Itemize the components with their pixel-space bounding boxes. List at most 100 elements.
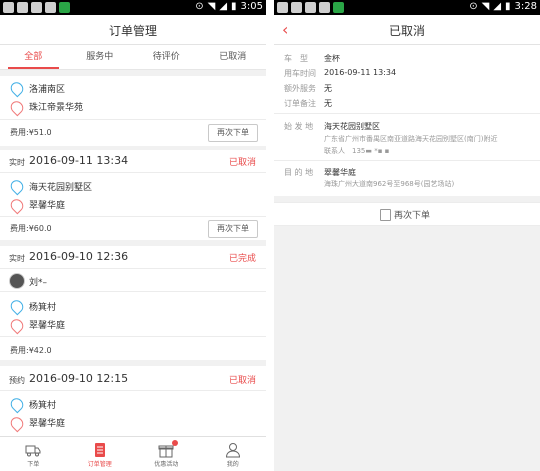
battery-icon: ▮ xyxy=(505,1,511,12)
contact: 联系人 135▬ *▪ ▪ xyxy=(324,147,390,155)
settings-icon xyxy=(291,2,302,13)
signal-icon: ◢ xyxy=(219,1,228,12)
order-detail: 车 型 金杯 用车时间 2016-09-11 13:34 额外服务 无 订单备注… xyxy=(274,45,540,196)
from-name: 海天花园别墅区 xyxy=(324,122,380,131)
order-status: 已完成 xyxy=(228,254,256,264)
reorder-button[interactable]: 再次下单 xyxy=(208,220,258,238)
order-type: 实时 xyxy=(9,254,25,263)
battery-icon: ▮ xyxy=(231,1,237,12)
page-title: 已取消 xyxy=(388,24,425,38)
order-time: 2016-09-11 13:34 xyxy=(29,154,129,167)
divider xyxy=(0,268,266,269)
nav-order[interactable]: 下单 xyxy=(0,437,67,471)
order-status: 已取消 xyxy=(228,158,256,168)
nav-label: 我的 xyxy=(226,461,239,468)
order-start: 海天花园别墅区 xyxy=(29,183,93,193)
status-bar: ⊙ ◥ ◢ ▮ 3:28 xyxy=(274,0,540,15)
clock: 3:28 xyxy=(514,1,537,12)
order-fee: 费用:¥60.0 xyxy=(10,224,52,233)
extra-service: 无 xyxy=(324,84,332,93)
order-card[interactable]: 实时 2016-09-10 12:36 已完成 刘*– 杨箕村 翠馨华庭 费用:… xyxy=(0,246,266,360)
notification-badge xyxy=(171,440,178,446)
start-location-icon xyxy=(8,177,26,196)
wifi-icon: ◥ xyxy=(207,1,216,12)
order-start: 洛浦南区 xyxy=(29,85,66,95)
nav-label: 优惠活动 xyxy=(154,461,179,468)
image-icon xyxy=(3,2,14,13)
status-bar: ⊙ ◥ ◢ ▮ 3:05 xyxy=(0,0,266,15)
end-location-icon xyxy=(8,414,26,433)
order-end: 珠江帝景华苑 xyxy=(29,103,84,113)
tab-pending-review[interactable]: 待评价 xyxy=(133,45,200,69)
order-time: 2016-09-10 12:36 xyxy=(29,250,129,263)
to-address: 海珠广州大道南962号至968号(园艺场站) xyxy=(324,180,455,188)
settings-icon xyxy=(305,2,316,13)
reorder-label: 再次下单 xyxy=(394,211,431,221)
nav-order-management[interactable]: 订单管理 xyxy=(67,437,134,471)
divider xyxy=(0,172,266,173)
clock: 3:05 xyxy=(240,1,263,12)
divider xyxy=(0,291,266,292)
to-label: 目 的 地 xyxy=(284,168,314,177)
order-time: 2016-09-11 13:34 xyxy=(324,68,397,77)
to-name: 翠馨华庭 xyxy=(324,168,356,177)
bottom-nav: 下单 订单管理 优惠活动 我的 xyxy=(0,436,266,471)
order-management-screen: ⊙ ◥ ◢ ▮ 3:05 订单管理 全部 服务中 待评价 已取消 洛浦南区 珠江… xyxy=(0,0,266,471)
location-icon: ⊙ xyxy=(195,1,204,12)
note-label: 订单备注 xyxy=(284,99,316,108)
car-type: 金杯 xyxy=(324,54,340,63)
location-icon: ⊙ xyxy=(469,1,478,12)
page-title: 订单管理 xyxy=(108,24,157,38)
reorder-button[interactable]: 再次下单 xyxy=(274,202,540,226)
tab-in-service[interactable]: 服务中 xyxy=(67,45,134,69)
order-card[interactable]: 预约 2016-09-10 12:15 已取消 杨箕村 翠馨华庭 xyxy=(0,366,266,436)
driver-name: 刘*– xyxy=(29,278,48,288)
start-location-icon xyxy=(8,79,26,98)
order-card[interactable]: 实时 2016-09-11 13:34 已取消 海天花园别墅区 翠馨华庭 费用:… xyxy=(0,150,266,240)
app-icon xyxy=(59,2,70,13)
end-location-icon xyxy=(8,316,26,335)
tab-cancelled[interactable]: 已取消 xyxy=(200,45,267,69)
title-bar: ‹ 已取消 xyxy=(274,15,540,45)
tab-bar: 全部 服务中 待评价 已取消 xyxy=(0,45,266,70)
tab-all[interactable]: 全部 xyxy=(0,45,67,69)
image-icon xyxy=(277,2,288,13)
signal-icon: ◢ xyxy=(493,1,502,12)
order-time: 2016-09-10 12:15 xyxy=(29,372,129,385)
order-fee: 费用:¥51.0 xyxy=(10,128,52,137)
nav-label: 下单 xyxy=(27,461,40,468)
from-label: 始 发 地 xyxy=(284,122,314,131)
order-detail-screen: ⊙ ◥ ◢ ▮ 3:28 ‹ 已取消 车 型 金杯 用车时间 2016-09-1… xyxy=(274,0,540,471)
car-type-label: 车 型 xyxy=(284,54,308,63)
end-location-icon xyxy=(8,196,26,215)
divider xyxy=(0,390,266,391)
nav-profile[interactable]: 我的 xyxy=(200,437,267,471)
divider xyxy=(274,160,540,161)
extra-label: 额外服务 xyxy=(284,84,316,93)
settings-icon xyxy=(31,2,42,13)
order-status: 已取消 xyxy=(228,376,256,386)
settings-icon xyxy=(17,2,28,13)
nav-promotions[interactable]: 优惠活动 xyxy=(133,437,200,471)
reorder-button[interactable]: 再次下单 xyxy=(208,124,258,142)
order-type: 预约 xyxy=(9,376,25,385)
order-end: 翠馨华庭 xyxy=(29,201,66,211)
divider xyxy=(274,113,540,114)
start-location-icon xyxy=(8,297,26,316)
list-icon xyxy=(94,443,105,457)
user-icon xyxy=(225,443,240,458)
time-label: 用车时间 xyxy=(284,69,316,78)
wifi-icon: ◥ xyxy=(481,1,490,12)
nav-label: 订单管理 xyxy=(87,461,112,468)
from-address: 广东省广州市番禺区南亚道路海天花园别墅区(南门)附近 xyxy=(324,135,498,143)
app-icon xyxy=(333,2,344,13)
truck-icon xyxy=(25,445,41,457)
order-card[interactable]: 洛浦南区 珠江帝景华苑 费用:¥51.0 再次下单 xyxy=(0,76,266,146)
order-start: 杨箕村 xyxy=(29,303,57,313)
avatar xyxy=(9,273,25,289)
order-start: 杨箕村 xyxy=(29,401,57,411)
notification-icon xyxy=(319,2,330,13)
order-end: 翠馨华庭 xyxy=(29,419,66,429)
order-note: 无 xyxy=(324,99,332,108)
divider xyxy=(0,119,266,120)
